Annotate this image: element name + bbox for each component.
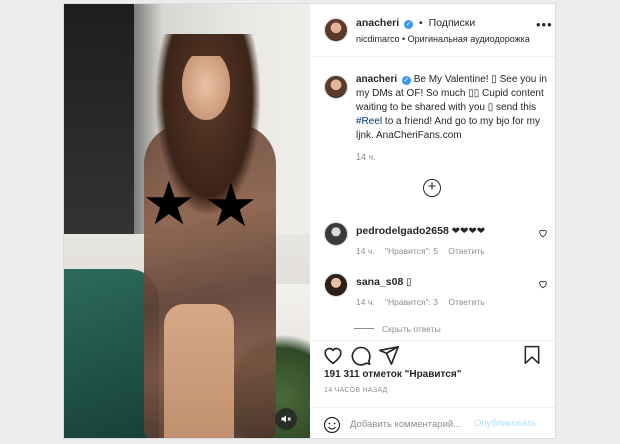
comment-likes[interactable]: "Нравится": 3 [385, 297, 438, 307]
comment-like-heart-icon[interactable] [538, 279, 548, 289]
comment-time[interactable]: 14 ч. [356, 246, 375, 256]
add-comment-form: Опубликовать [310, 407, 555, 438]
caption-username[interactable]: anacheri [356, 74, 397, 85]
censor-star-right: ★ [204, 171, 258, 241]
bookmark-icon[interactable] [522, 344, 542, 366]
person-face [182, 56, 230, 120]
verified-badge-icon: ✓ [401, 76, 411, 85]
speaker-muted-icon [281, 415, 291, 423]
commenter-username[interactable]: sana_s08 [356, 276, 403, 288]
author-line: anacheri ✓ • Подписки [356, 17, 475, 29]
comment-body: ▯ [406, 277, 412, 288]
caption-part: send this [493, 102, 537, 113]
smiley-icon[interactable] [323, 416, 341, 434]
more-options-icon[interactable]: ••• [536, 18, 553, 31]
comment-icon[interactable] [350, 344, 372, 366]
caption-timestamp[interactable]: 14 ч. [356, 152, 376, 162]
caption-part: to a friend! And go to my bjo for my ljn… [356, 116, 540, 141]
paper-plane-icon[interactable] [378, 344, 400, 366]
hashtag-link[interactable]: #Reel [356, 116, 382, 127]
comment-likes[interactable]: "Нравится": 5 [385, 246, 438, 256]
comment-like-heart-icon[interactable] [538, 228, 548, 238]
audio-source[interactable]: nicdimarco • Оригинальная аудиодорожка [356, 34, 530, 44]
comment-meta: 14 ч. "Нравится": 3 Ответить [356, 297, 493, 307]
mute-toggle-button[interactable] [275, 408, 297, 430]
comment-text: pedrodelgado2658 ❤❤❤❤ [356, 225, 485, 237]
caption-text: anacheri ✓ Be My Valentine! ▯ See you in… [356, 73, 548, 143]
verified-badge-icon: ✓ [404, 20, 414, 29]
post-timestamp[interactable]: 14 ЧАСОВ НАЗАД [324, 387, 388, 394]
reply-button[interactable]: Ответить [448, 297, 484, 307]
action-bar [310, 340, 555, 369]
following-button[interactable]: Подписки [429, 17, 476, 29]
publish-button[interactable]: Опубликовать [474, 418, 536, 429]
heart-icon[interactable] [322, 344, 344, 366]
comment-meta: 14 ч. "Нравится": 5 Ответить [356, 246, 493, 256]
commenter-username[interactable]: pedrodelgado2658 [356, 225, 449, 237]
comment-input[interactable] [350, 417, 468, 431]
reply-button[interactable]: Ответить [448, 246, 484, 256]
comment-text: sana_s08 ▯ [356, 276, 412, 288]
commenter-avatar[interactable] [324, 222, 348, 246]
hide-replies-label: Скрыть ответы [382, 324, 441, 334]
separator-dot: • [419, 17, 423, 29]
comment-time[interactable]: 14 ч. [356, 297, 375, 307]
author-avatar[interactable] [324, 18, 348, 42]
post-header: anacheri ✓ • Подписки nicdimarco • Ориги… [310, 4, 555, 57]
post-video[interactable]: ★ ★ [64, 4, 310, 438]
author-username[interactable]: anacheri [356, 17, 399, 29]
emoji-glyph: ▯▯ [468, 88, 480, 99]
person-legs [164, 304, 234, 438]
instagram-post: ★ ★ anacheri ✓ • Подписки nicdimarco • О… [63, 3, 556, 439]
caption-avatar[interactable] [324, 75, 348, 99]
caption-part: Be My Valentine! [413, 74, 492, 85]
load-more-comments-button[interactable]: + [423, 179, 441, 197]
comment-body: ❤❤❤❤ [451, 226, 486, 237]
post-sidebar: anacheri ✓ • Подписки nicdimarco • Ориги… [310, 4, 555, 438]
censor-star-left: ★ [142, 169, 196, 239]
reply-divider-line [354, 328, 374, 329]
hide-replies-button[interactable]: Скрыть ответы [354, 324, 441, 334]
commenter-avatar[interactable] [324, 273, 348, 297]
comments-section: anacheri ✓ Be My Valentine! ▯ See you in… [310, 57, 555, 340]
likes-count[interactable]: 191 311 отметок "Нравится" [324, 369, 461, 380]
